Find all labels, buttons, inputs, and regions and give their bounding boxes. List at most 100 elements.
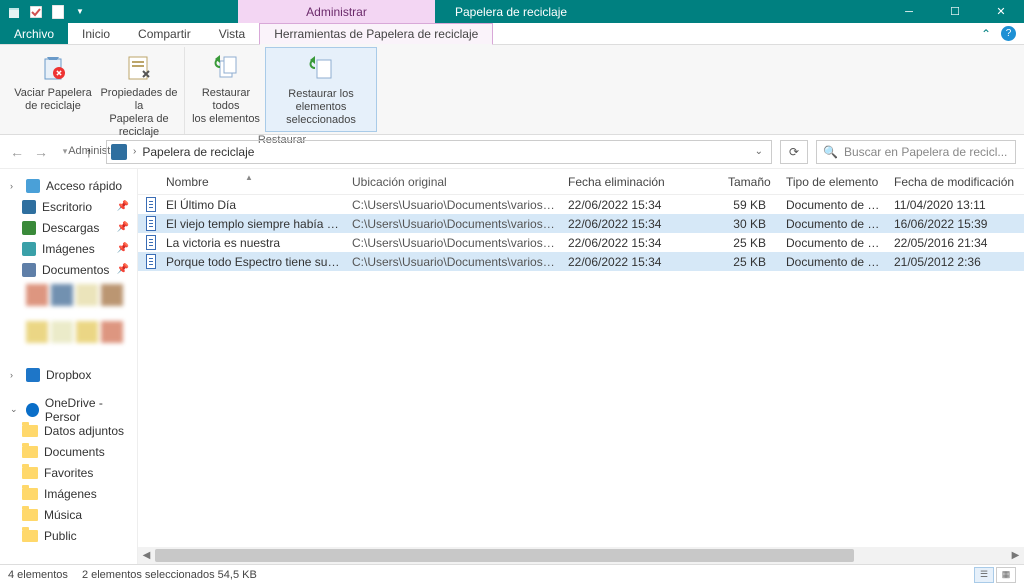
- cell-name: El Último Día: [156, 198, 342, 212]
- collapse-ribbon-icon[interactable]: ⌃: [981, 27, 991, 41]
- column-header-original-location[interactable]: Ubicación original: [342, 175, 558, 189]
- restore-selected-button[interactable]: Restaurar los elementos seleccionados: [265, 47, 377, 132]
- sidebar-item-onedrive[interactable]: ⌄ OneDrive - Persor: [0, 399, 137, 420]
- restore-all-button[interactable]: Restaurar todos los elementos: [187, 47, 265, 132]
- document-icon: [138, 235, 156, 250]
- recent-locations-icon[interactable]: ▾: [56, 146, 74, 157]
- pin-icon: 📌: [117, 222, 129, 233]
- sidebar-item-label: OneDrive - Persor: [45, 396, 137, 424]
- sidebar-item-label: Dropbox: [46, 368, 91, 382]
- properties-icon: [123, 51, 155, 83]
- chevron-right-icon[interactable]: ›: [133, 146, 136, 157]
- qat-dropdown-icon[interactable]: ▼: [72, 4, 88, 20]
- cell-date-modified: 16/06/2022 15:39: [884, 217, 1024, 231]
- sidebar-item-desktop[interactable]: Escritorio 📌: [0, 196, 137, 217]
- folder-icon: [22, 530, 38, 542]
- chevron-down-icon[interactable]: ⌄: [10, 404, 20, 415]
- search-placeholder: Buscar en Papelera de recicl...: [844, 145, 1007, 159]
- back-button[interactable]: ←: [8, 144, 26, 160]
- scroll-right-button[interactable]: ▶: [1007, 550, 1024, 561]
- ribbon-group-admin: Vaciar Papelera de reciclaje Propiedades…: [8, 47, 185, 134]
- cell-original-location: C:\Users\Usuario\Documents\varios_escr..…: [342, 198, 558, 212]
- sidebar-item-quick-access[interactable]: › Acceso rápido: [0, 175, 137, 196]
- sidebar-item-documents-2[interactable]: Documents: [0, 441, 137, 462]
- cell-original-location: C:\Users\Usuario\Documents\varios_escr..…: [342, 217, 558, 231]
- recycle-bin-small-icon: [111, 144, 127, 160]
- download-icon: [22, 221, 36, 235]
- refresh-button[interactable]: ⟳: [780, 140, 808, 164]
- breadcrumb[interactable]: › Papelera de reciclaje ⌄: [106, 140, 772, 164]
- close-button[interactable]: ✕: [978, 0, 1024, 23]
- status-selection: 2 elementos seleccionados 54,5 KB: [82, 569, 257, 581]
- document-icon: [138, 197, 156, 212]
- cell-date-modified: 11/04/2020 13:11: [884, 198, 1024, 212]
- column-header-date-deleted[interactable]: Fecha eliminación: [558, 175, 718, 189]
- scroll-left-button[interactable]: ◀: [138, 550, 155, 561]
- cell-original-location: C:\Users\Usuario\Documents\varios_escr..…: [342, 255, 558, 269]
- sidebar-item-dropbox[interactable]: › Dropbox: [0, 364, 137, 385]
- table-row[interactable]: Porque todo Espectro tiene su cora...C:\…: [138, 252, 1024, 271]
- search-input[interactable]: 🔍 Buscar en Papelera de recicl...: [816, 140, 1016, 164]
- chevron-right-icon[interactable]: ›: [10, 370, 20, 380]
- table-row[interactable]: La victoria es nuestraC:\Users\Usuario\D…: [138, 233, 1024, 252]
- cell-size: 25 KB: [718, 236, 776, 250]
- quick-access-toolbar: ▼: [0, 0, 88, 23]
- forward-button[interactable]: →: [32, 144, 50, 160]
- up-button[interactable]: ↑: [80, 144, 98, 160]
- sidebar-item-label: Imágenes: [42, 242, 95, 256]
- scroll-thumb[interactable]: [155, 549, 854, 562]
- cell-name: El viejo templo siempre había esta...: [156, 217, 342, 231]
- thumbnails-view-button[interactable]: ▦: [996, 567, 1016, 583]
- recycle-bin-properties-button[interactable]: Propiedades de la Papelera de reciclaje: [96, 47, 182, 143]
- horizontal-scrollbar[interactable]: ◀ ▶: [138, 547, 1024, 564]
- empty-bin-icon: [37, 51, 69, 83]
- documents-icon: [22, 263, 36, 277]
- view-toggle: ☰ ▦: [974, 567, 1016, 583]
- page-icon[interactable]: [50, 4, 66, 20]
- sidebar-item-public[interactable]: Public: [0, 525, 137, 546]
- sidebar-item-downloads[interactable]: Descargas 📌: [0, 217, 137, 238]
- minimize-button[interactable]: ─: [886, 0, 932, 23]
- cell-size: 25 KB: [718, 255, 776, 269]
- sidebar-item-label: Música: [44, 508, 82, 522]
- cell-type: Documento de Mi...: [776, 255, 884, 269]
- tab-view[interactable]: Vista: [205, 23, 259, 44]
- pin-icon: 📌: [117, 243, 129, 254]
- pin-icon: 📌: [117, 201, 129, 212]
- sidebar-item-favorites[interactable]: Favorites: [0, 462, 137, 483]
- maximize-button[interactable]: ☐: [932, 0, 978, 23]
- scroll-track[interactable]: [155, 547, 1007, 564]
- window-title: Papelera de reciclaje: [435, 0, 886, 23]
- table-row[interactable]: El viejo templo siempre había esta...C:\…: [138, 214, 1024, 233]
- recent-thumbnails: [26, 284, 131, 354]
- table-row[interactable]: El Último DíaC:\Users\Usuario\Documents\…: [138, 195, 1024, 214]
- status-item-count: 4 elementos: [8, 569, 68, 581]
- tab-share[interactable]: Compartir: [124, 23, 205, 44]
- tab-home[interactable]: Inicio: [68, 23, 124, 44]
- tab-recycle-tools[interactable]: Herramientas de Papelera de reciclaje: [259, 23, 493, 45]
- file-list[interactable]: ▲ Nombre Ubicación original Fecha elimin…: [138, 169, 1024, 564]
- sidebar-item-pictures[interactable]: Imágenes 📌: [0, 238, 137, 259]
- column-header-modified[interactable]: Fecha de modificación: [884, 175, 1024, 189]
- column-headers: ▲ Nombre Ubicación original Fecha elimin…: [138, 169, 1024, 195]
- context-tab-manage[interactable]: Administrar: [238, 0, 435, 23]
- sidebar-item-documents[interactable]: Documentos 📌: [0, 259, 137, 280]
- dropbox-icon: [26, 368, 40, 382]
- cell-name: Porque todo Espectro tiene su cora...: [156, 255, 342, 269]
- breadcrumb-dropdown-icon[interactable]: ⌄: [755, 146, 767, 157]
- checkbox-checked-icon[interactable]: [28, 4, 44, 20]
- navigation-pane[interactable]: › Acceso rápido Escritorio 📌 Descargas 📌…: [0, 169, 138, 564]
- column-header-size[interactable]: Tamaño: [718, 175, 776, 189]
- chevron-right-icon[interactable]: ›: [10, 181, 20, 191]
- sidebar-item-images-2[interactable]: Imágenes: [0, 483, 137, 504]
- help-icon[interactable]: ?: [1001, 26, 1016, 41]
- tab-file[interactable]: Archivo: [0, 23, 68, 44]
- sidebar-item-music[interactable]: Música: [0, 504, 137, 525]
- breadcrumb-location[interactable]: Papelera de reciclaje: [142, 145, 254, 159]
- column-header-type[interactable]: Tipo de elemento: [776, 175, 884, 189]
- restore-all-icon: [210, 51, 242, 83]
- column-header-name[interactable]: ▲ Nombre: [156, 175, 342, 189]
- sidebar-item-attachments[interactable]: Datos adjuntos: [0, 420, 137, 441]
- details-view-button[interactable]: ☰: [974, 567, 994, 583]
- empty-recycle-bin-button[interactable]: Vaciar Papelera de reciclaje: [10, 47, 96, 143]
